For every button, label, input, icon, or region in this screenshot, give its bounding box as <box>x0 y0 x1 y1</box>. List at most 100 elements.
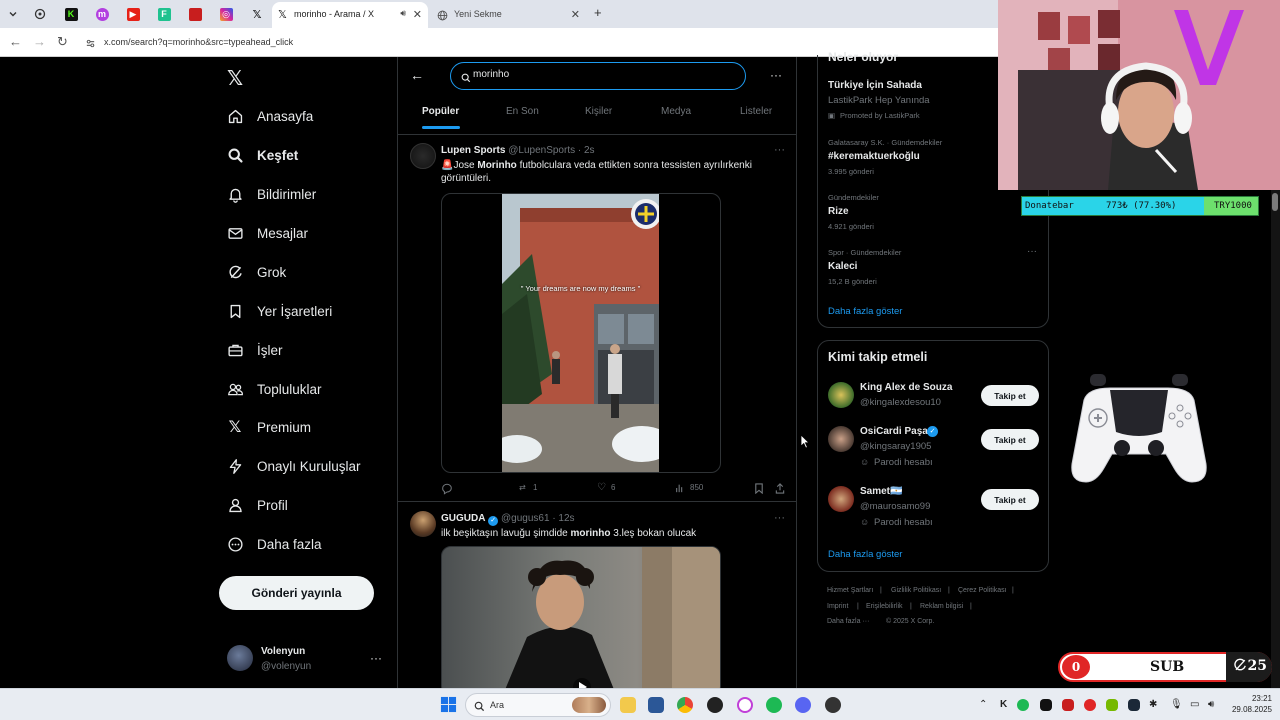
repost-icon[interactable]: ⇄ <box>519 483 526 492</box>
user-avatar[interactable] <box>828 486 854 512</box>
tab-favicon-youtube[interactable]: ▶ <box>124 5 142 23</box>
reply-icon[interactable] <box>441 483 453 497</box>
nav-premium[interactable]: 𝕏 Premium <box>226 413 311 441</box>
nav-notifications[interactable]: Bildirimler <box>226 180 316 208</box>
nav-messages[interactable]: Mesajlar <box>226 219 308 247</box>
share-icon[interactable] <box>775 483 785 496</box>
url-text[interactable]: x.com/search?q=morinho&src=typeahead_cli… <box>104 37 293 47</box>
tab-media[interactable]: Medya <box>661 106 691 117</box>
discord-icon[interactable] <box>795 697 811 713</box>
who-to-follow-show-more[interactable]: Daha fazla göster <box>828 549 902 560</box>
video-frame[interactable]: " Your dreams are now my dreams " <box>502 194 659 472</box>
tab-list-chevron-icon[interactable] <box>4 5 22 23</box>
taskbar-clock[interactable]: 23:21 29.08.2025 <box>1226 693 1272 715</box>
tray-kick-icon[interactable]: K <box>1000 699 1007 710</box>
post-author-handle[interactable]: @LupenSports <box>508 145 575 156</box>
app-icon[interactable] <box>707 697 723 713</box>
obs-icon[interactable] <box>825 697 841 713</box>
x-logo-icon[interactable]: 𝕏 <box>227 66 243 91</box>
tab-favicon-red[interactable] <box>186 5 204 23</box>
browser-tab-active[interactable]: 𝕏 morinho - Arama / X 🔊︎ ✕ <box>272 2 428 28</box>
reload-icon[interactable]: ↻ <box>57 34 68 50</box>
trend-more-icon[interactable]: ··· <box>1027 246 1037 257</box>
bookmark-icon[interactable] <box>754 483 764 496</box>
scrollbar-thumb[interactable] <box>1272 193 1278 211</box>
back-icon[interactable]: ← <box>9 34 22 49</box>
search-options-icon[interactable]: ··· <box>770 68 782 82</box>
nav-verified-orgs[interactable]: Onaylı Kuruluşlar <box>226 452 361 480</box>
follow-button[interactable]: Takip et <box>981 385 1039 406</box>
browser-tab-new[interactable]: Yeni Sekme ✕ <box>432 2 586 28</box>
post-author-name[interactable]: Lupen Sports <box>441 145 505 156</box>
account-avatar[interactable] <box>227 645 253 671</box>
follow-button[interactable]: Takip et <box>981 489 1039 510</box>
account-handle[interactable]: @volenyun <box>261 661 311 672</box>
tab-favicon-f[interactable]: F <box>155 5 173 23</box>
post-author-name[interactable]: GUGUDA <box>441 513 485 524</box>
page-scrollbar[interactable] <box>1271 190 1280 688</box>
tray-volume-icon[interactable]: 🔊︎ <box>1208 699 1214 710</box>
nav-explore[interactable]: Keşfet <box>226 141 298 169</box>
opera-gx-icon[interactable] <box>737 697 753 713</box>
tab-latest[interactable]: En Son <box>506 106 539 117</box>
tray-record-icon[interactable] <box>1084 699 1096 711</box>
footer-link[interactable]: Çerez Politikası <box>958 587 1007 594</box>
tab-favicon-x[interactable]: 𝕏 <box>248 5 266 23</box>
tab-favicon-kick[interactable]: K <box>62 5 80 23</box>
speaker-icon[interactable]: 🔊︎ <box>400 8 406 19</box>
trends-show-more[interactable]: Daha fazla göster <box>828 306 902 317</box>
footer-link[interactable]: Gizlilik Politikası <box>891 587 941 594</box>
user-avatar[interactable] <box>828 426 854 452</box>
footer-more-link[interactable]: Daha fazla ··· <box>827 618 869 625</box>
back-arrow-icon[interactable]: ← <box>410 67 424 83</box>
nav-communities[interactable]: Topluluklar <box>226 375 322 403</box>
like-icon[interactable]: ♡ <box>597 482 606 493</box>
nav-more[interactable]: Daha fazla <box>226 530 322 558</box>
post-more-icon[interactable]: ··· <box>774 144 785 156</box>
search-input[interactable] <box>473 69 733 80</box>
nav-home[interactable]: Anasayfa <box>226 102 313 130</box>
site-info-icon[interactable] <box>85 36 96 54</box>
post-avatar[interactable] <box>410 511 436 537</box>
tray-app-icon[interactable] <box>1062 699 1074 711</box>
windows-start-icon[interactable] <box>440 696 457 718</box>
views-icon[interactable] <box>675 483 685 495</box>
file-explorer-icon[interactable] <box>620 697 636 713</box>
spotify-icon[interactable] <box>766 697 782 713</box>
post-avatar[interactable] <box>410 143 436 169</box>
tab-favicon-messenger[interactable]: m <box>93 5 111 23</box>
post-author-handle[interactable]: @gugus61 <box>501 513 550 524</box>
footer-link[interactable]: Reklam bilgisi <box>920 603 963 610</box>
store-icon[interactable] <box>648 697 664 713</box>
nav-grok[interactable]: Grok <box>226 258 286 286</box>
new-tab-plus-icon[interactable]: + <box>594 5 602 20</box>
tray-app-icon[interactable] <box>1040 699 1052 711</box>
tray-bluetooth-icon[interactable]: ✱ <box>1149 699 1157 710</box>
tab-popular[interactable]: Popüler <box>422 106 459 117</box>
tab-favicon-openai[interactable] <box>31 5 49 23</box>
close-tab-icon[interactable]: ✕ <box>571 8 580 21</box>
footer-link[interactable]: Imprint <box>827 603 848 610</box>
close-tab-icon[interactable]: ✕ <box>413 8 422 21</box>
post-time[interactable]: · 2s <box>578 145 595 156</box>
follow-button[interactable]: Takip et <box>981 429 1039 450</box>
post-video[interactable] <box>441 546 721 688</box>
nav-bookmarks[interactable]: Yer İşaretleri <box>226 297 332 325</box>
tray-spotify-icon[interactable] <box>1017 699 1029 711</box>
user-avatar[interactable] <box>828 382 854 408</box>
taskbar-search[interactable]: Ara <box>465 693 611 717</box>
account-more-icon[interactable]: ··· <box>370 651 382 665</box>
tab-lists[interactable]: Listeler <box>740 106 772 117</box>
search-field[interactable] <box>450 62 746 90</box>
tray-chevron-icon[interactable]: ⌃ <box>979 699 987 710</box>
post-more-icon[interactable]: ··· <box>774 512 785 524</box>
tab-people[interactable]: Kişiler <box>585 106 612 117</box>
nav-jobs[interactable]: İşler <box>226 336 283 364</box>
nav-profile[interactable]: Profil <box>226 491 288 519</box>
footer-link[interactable]: Erişilebilirlik <box>866 603 903 610</box>
tray-display-icon[interactable]: ▭ <box>1190 699 1199 710</box>
tab-favicon-instagram[interactable]: ◎ <box>217 5 235 23</box>
tray-nvidia-icon[interactable] <box>1106 699 1118 711</box>
footer-link[interactable]: Hizmet Şartları <box>827 587 873 594</box>
post-time[interactable]: · 12s <box>552 513 574 524</box>
